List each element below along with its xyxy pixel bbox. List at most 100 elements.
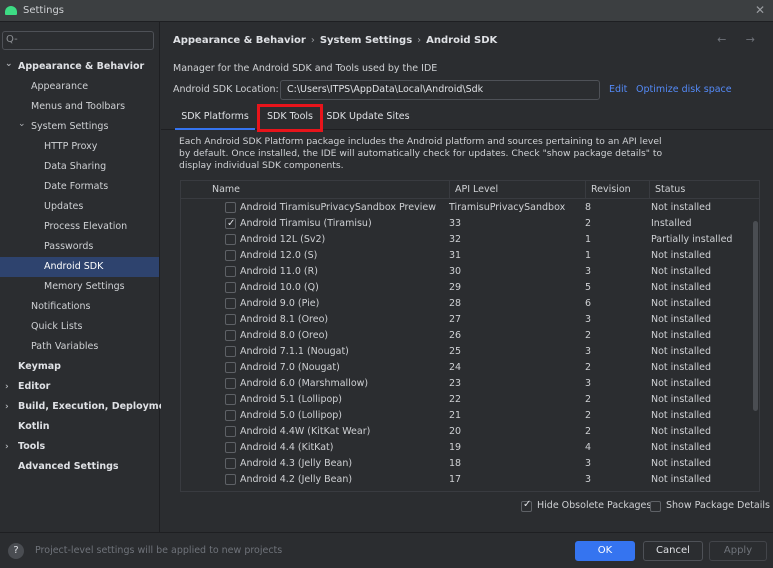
help-icon[interactable]: ? bbox=[8, 543, 24, 559]
show-details-checkbox[interactable] bbox=[650, 501, 661, 512]
table-row[interactable]: Android 8.1 (Oreo) 27 3 Not installed bbox=[181, 312, 751, 328]
sidebar-item[interactable]: ⌄ System Settings bbox=[0, 117, 159, 137]
row-checkbox[interactable] bbox=[225, 346, 236, 357]
ok-button[interactable]: OK bbox=[575, 541, 635, 561]
row-checkbox[interactable] bbox=[225, 458, 236, 469]
hide-obsolete-checkbox[interactable] bbox=[521, 499, 532, 512]
chevron-right-icon: › bbox=[417, 35, 422, 46]
row-checkbox[interactable] bbox=[225, 410, 236, 421]
table-row[interactable]: Android 8.0 (Oreo) 26 2 Not installed bbox=[181, 328, 751, 344]
row-checkbox[interactable] bbox=[225, 442, 236, 453]
chevron-right-icon: › bbox=[310, 35, 315, 46]
sidebar-item[interactable]: Passwords bbox=[0, 237, 159, 257]
sidebar-item[interactable]: › Build, Execution, Deployment bbox=[0, 397, 176, 417]
column-header-revision[interactable]: Revision bbox=[585, 181, 649, 199]
row-checkbox[interactable] bbox=[225, 378, 236, 389]
row-checkbox[interactable] bbox=[225, 234, 236, 245]
breadcrumb-item[interactable]: System Settings bbox=[320, 35, 412, 46]
sidebar-item[interactable]: Data Sharing bbox=[0, 157, 159, 177]
package-description: Each Android SDK Platform package includ… bbox=[179, 136, 663, 171]
tab-sdk-tools[interactable]: SDK Tools bbox=[257, 104, 323, 132]
chevron-right-icon[interactable]: › bbox=[5, 437, 9, 457]
sidebar-item[interactable]: › Tools bbox=[0, 437, 159, 457]
sidebar-item-label: Process Elevation bbox=[44, 221, 128, 232]
cell-api-level: 18 bbox=[449, 458, 462, 469]
table-row[interactable]: Android 12.0 (S) 31 1 Not installed bbox=[181, 248, 751, 264]
table-row[interactable]: Android 11.0 (R) 30 3 Not installed bbox=[181, 264, 751, 280]
optimize-disk-link[interactable]: Optimize disk space bbox=[636, 84, 732, 95]
breadcrumb-item: Android SDK bbox=[426, 35, 498, 46]
close-icon[interactable]: ✕ bbox=[755, 3, 765, 17]
sidebar-item[interactable]: Quick Lists bbox=[0, 317, 159, 337]
row-checkbox[interactable] bbox=[225, 474, 236, 485]
row-checkbox[interactable] bbox=[225, 266, 236, 277]
breadcrumb-item[interactable]: Appearance & Behavior bbox=[173, 35, 306, 46]
table-row[interactable]: Android 7.1.1 (Nougat) 25 3 Not installed bbox=[181, 344, 751, 360]
cell-revision: 3 bbox=[585, 474, 592, 485]
sidebar-item[interactable]: Keymap bbox=[0, 357, 159, 377]
sidebar-item[interactable]: ⌄ Appearance & Behavior bbox=[0, 57, 159, 77]
row-checkbox[interactable] bbox=[225, 362, 236, 373]
table-row[interactable]: Android 4.4W (KitKat Wear) 20 2 Not install… bbox=[181, 424, 751, 440]
sidebar-item[interactable]: Path Variables bbox=[0, 337, 159, 357]
column-header-api-level[interactable]: API Level bbox=[449, 181, 585, 199]
edit-link[interactable]: Edit bbox=[609, 84, 627, 95]
table-row[interactable]: Android 9.0 (Pie) 28 6 Not installed bbox=[181, 296, 751, 312]
table-row[interactable]: Android 12L (Sv2) 32 1 Partially installed bbox=[181, 232, 751, 248]
row-checkbox[interactable] bbox=[225, 202, 236, 213]
cell-api-level: 28 bbox=[449, 298, 462, 309]
apply-button[interactable]: Apply bbox=[709, 541, 767, 561]
row-checkbox[interactable] bbox=[225, 314, 236, 325]
table-scrollbar[interactable] bbox=[753, 221, 758, 411]
sidebar-item[interactable]: Kotlin bbox=[0, 417, 159, 437]
sidebar-item[interactable]: Appearance bbox=[0, 77, 159, 97]
sidebar-item[interactable]: Advanced Settings bbox=[0, 457, 159, 477]
sdk-location-label: Android SDK Location: bbox=[173, 84, 279, 95]
hide-obsolete-option[interactable]: Hide Obsolete Packages bbox=[521, 499, 651, 514]
cell-revision: 2 bbox=[585, 330, 592, 341]
show-details-option[interactable]: Show Package Details bbox=[650, 500, 770, 514]
chevron-right-icon[interactable]: › bbox=[5, 377, 9, 397]
sidebar-item[interactable]: Date Formats bbox=[0, 177, 159, 197]
sidebar-item[interactable]: Memory Settings bbox=[0, 277, 159, 297]
sdk-location-field[interactable]: C:\Users\ITPS\AppData\Local\Android\Sdk bbox=[280, 80, 600, 100]
sidebar-item[interactable]: Android SDK bbox=[0, 257, 159, 277]
tab-sdk-update-sites[interactable]: SDK Update Sites bbox=[325, 106, 411, 130]
column-header-status[interactable]: Status bbox=[649, 181, 759, 199]
search-input[interactable]: Q- bbox=[2, 31, 154, 50]
sidebar-item[interactable]: Notifications bbox=[0, 297, 159, 317]
sidebar-item-label: Build, Execution, Deployment bbox=[18, 401, 177, 412]
chevron-right-icon[interactable]: › bbox=[5, 397, 9, 417]
search-icon: Q- bbox=[6, 34, 18, 45]
cancel-button[interactable]: Cancel bbox=[643, 541, 703, 561]
sidebar-item-label: Advanced Settings bbox=[18, 461, 119, 472]
chevron-down-icon[interactable]: ⌄ bbox=[5, 54, 13, 74]
table-row[interactable]: Android 4.3 (Jelly Bean) 18 3 Not installed bbox=[181, 456, 751, 472]
table-row[interactable]: Android 5.0 (Lollipop) 21 2 Not installed bbox=[181, 408, 751, 424]
table-row[interactable]: Android TiramisuPrivacySandbox Preview Ti… bbox=[181, 200, 751, 216]
row-checkbox[interactable] bbox=[225, 250, 236, 261]
row-checkbox[interactable] bbox=[225, 426, 236, 437]
sidebar-item[interactable]: › Editor bbox=[0, 377, 159, 397]
table-row[interactable]: Android 4.4 (KitKat) 19 4 Not installed bbox=[181, 440, 751, 456]
table-row[interactable]: Android 10.0 (Q) 29 5 Not installed bbox=[181, 280, 751, 296]
sidebar-item[interactable]: Updates bbox=[0, 197, 159, 217]
sidebar-item[interactable]: HTTP Proxy bbox=[0, 137, 159, 157]
table-row[interactable]: Android 6.0 (Marshmallow) 23 3 Not installe… bbox=[181, 376, 751, 392]
row-checkbox[interactable] bbox=[225, 330, 236, 341]
sidebar-item[interactable]: Process Elevation bbox=[0, 217, 159, 237]
chevron-down-icon[interactable]: ⌄ bbox=[18, 114, 26, 134]
cell-status: Not installed bbox=[651, 394, 711, 405]
row-checkbox[interactable] bbox=[225, 216, 236, 232]
row-checkbox[interactable] bbox=[225, 394, 236, 405]
table-row[interactable]: Android 5.1 (Lollipop) 22 2 Not installed bbox=[181, 392, 751, 408]
table-row[interactable]: Android Tiramisu (Tiramisu) 33 2 Installed bbox=[181, 216, 751, 232]
table-body: Android TiramisuPrivacySandbox Preview Ti… bbox=[181, 200, 751, 488]
back-forward-icons[interactable]: ← → bbox=[717, 33, 763, 46]
table-row[interactable]: Android 7.0 (Nougat) 24 2 Not installed bbox=[181, 360, 751, 376]
column-header-name[interactable]: Name bbox=[207, 181, 449, 199]
tab-sdk-platforms[interactable]: SDK Platforms bbox=[175, 106, 255, 130]
table-row[interactable]: Android 4.2 (Jelly Bean) 17 3 Not installed bbox=[181, 472, 751, 488]
row-checkbox[interactable] bbox=[225, 298, 236, 309]
row-checkbox[interactable] bbox=[225, 282, 236, 293]
